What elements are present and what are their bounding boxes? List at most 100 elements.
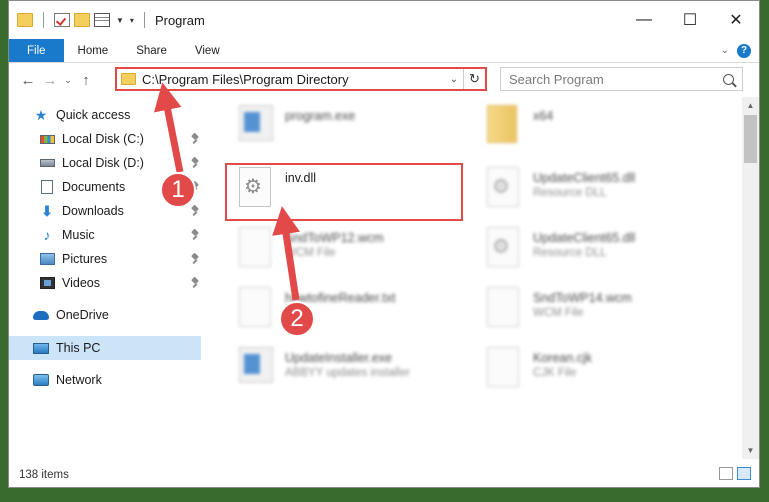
forward-arrow-icon[interactable]: →	[39, 72, 61, 89]
documents-icon	[41, 180, 53, 194]
file-name: program.exe	[285, 109, 356, 123]
sidebar-item-local-disk-d[interactable]: Local Disk (D:)	[9, 151, 201, 175]
pin-icon[interactable]	[191, 254, 199, 264]
music-icon: ♪	[43, 227, 51, 243]
chevron-down-icon[interactable]: ⌄	[445, 74, 463, 85]
help-icon[interactable]: ?	[737, 43, 751, 58]
dll-gear-icon	[487, 167, 519, 207]
view-details-icon[interactable]	[94, 13, 110, 27]
properties-check-icon[interactable]	[54, 13, 70, 27]
file-name: UpdateClient65.dll	[533, 231, 636, 245]
sidebar-item-quick-access[interactable]: ★ Quick access	[9, 103, 201, 127]
document-icon	[487, 347, 519, 387]
sidebar-item-videos[interactable]: Videos	[9, 271, 201, 295]
file-item[interactable]: howtofineReader.txt	[239, 287, 469, 341]
tab-view[interactable]: View	[181, 39, 234, 62]
sidebar-item-label: This PC	[56, 341, 101, 355]
tab-home[interactable]: Home	[64, 39, 123, 62]
scroll-down-icon[interactable]: ▼	[742, 442, 759, 459]
minimize-button[interactable]: —	[621, 1, 667, 39]
sidebar-item-onedrive[interactable]: OneDrive	[9, 303, 201, 327]
file-item[interactable]: UpdateClient65.dll Resource DLL	[487, 227, 717, 281]
sidebar-item-label: OneDrive	[56, 308, 109, 322]
sidebar-item-this-pc[interactable]: This PC	[9, 336, 201, 360]
recent-locations-chevron-icon[interactable]: ⌄	[61, 75, 75, 86]
file-item[interactable]: UpdateInstaller.exe ABBYY updates instal…	[239, 347, 469, 401]
onedrive-icon	[33, 310, 49, 320]
address-bar[interactable]: C:\Program Files\Program Directory ⌄ ↻	[115, 67, 487, 91]
sidebar-item-label: Pictures	[62, 252, 108, 266]
navigation-bar: ← → ⌄ ↑ C:\Program Files\Program Directo…	[9, 63, 759, 97]
disk-icon	[39, 159, 55, 167]
videos-icon	[39, 277, 55, 289]
sidebar-item-network[interactable]: Network	[9, 368, 201, 392]
folder-icon	[17, 13, 33, 27]
file-name: UpdateInstaller.exe	[285, 351, 393, 365]
details-view-icon[interactable]	[719, 467, 733, 480]
window-controls: — ☐ ✕	[621, 1, 759, 39]
chevron-down-icon[interactable]: ▼	[116, 16, 124, 25]
navigation-pane: ★ Quick access Local Disk (C:) Local Dis…	[9, 97, 209, 459]
item-count: 138 items	[19, 469, 69, 481]
pin-icon[interactable]	[191, 158, 199, 168]
new-folder-icon[interactable]	[74, 13, 90, 27]
file-type: WCM File	[533, 307, 584, 319]
file-name: SndToWP12.wcm	[285, 231, 384, 245]
vertical-scrollbar[interactable]: ▲ ▼	[742, 97, 759, 459]
sidebar-item-music[interactable]: ♪ Music	[9, 223, 201, 247]
tab-file[interactable]: File	[9, 39, 64, 62]
file-item[interactable]: program.exe	[239, 105, 469, 159]
back-arrow-icon[interactable]: ←	[17, 72, 39, 89]
folder-icon	[121, 73, 136, 85]
title-bar: ▼ ▾ Program — ☐ ✕	[9, 1, 759, 39]
exe-icon	[239, 105, 273, 141]
ribbon-tabs: File Home Share View ⌄ ?	[9, 39, 759, 63]
sidebar-item-label: Network	[56, 373, 102, 387]
file-item[interactable]: Korean.cjk CJK File	[487, 347, 717, 401]
document-icon	[487, 287, 519, 327]
file-item[interactable]: x64	[487, 105, 717, 159]
refresh-icon[interactable]: ↻	[463, 69, 485, 89]
search-icon[interactable]	[723, 73, 734, 85]
explorer-window: ▼ ▾ Program — ☐ ✕ File Home Share View ⌄…	[8, 0, 760, 488]
large-icons-view-icon[interactable]	[737, 467, 751, 480]
exe-icon	[239, 347, 273, 383]
scroll-up-icon[interactable]: ▲	[742, 97, 759, 114]
file-type: CJK File	[533, 367, 577, 379]
file-item[interactable]: UpdateClient65.dll Resource DLL	[487, 167, 717, 221]
scrollbar-thumb[interactable]	[744, 115, 757, 163]
file-item[interactable]: SndToWP12.wcm WCM File	[239, 227, 469, 281]
file-item[interactable]: SndToWP14.wcm WCM File	[487, 287, 717, 341]
sidebar-item-label: Music	[62, 228, 95, 242]
disk-icon	[39, 134, 55, 144]
document-icon	[239, 227, 271, 267]
search-placeholder: Search Program	[509, 71, 604, 87]
file-list: program.exe x64 inv.dll UpdateClient65.d…	[219, 97, 739, 459]
close-button[interactable]: ✕	[713, 1, 759, 39]
tab-share[interactable]: Share	[122, 39, 181, 62]
pin-icon[interactable]	[191, 134, 199, 144]
file-name: SndToWP14.wcm	[533, 291, 632, 305]
search-input[interactable]: Search Program	[500, 67, 743, 91]
file-name: Korean.cjk	[533, 351, 593, 365]
file-type: WCM File	[285, 247, 336, 259]
downloads-icon: ⬇	[41, 203, 53, 219]
pin-icon[interactable]	[191, 278, 199, 288]
star-icon: ★	[34, 107, 48, 123]
chevron-down-icon[interactable]: ⌄	[721, 45, 729, 56]
address-path[interactable]: C:\Program Files\Program Directory	[142, 72, 445, 87]
pin-icon[interactable]	[191, 206, 199, 216]
sidebar-item-pictures[interactable]: Pictures	[9, 247, 201, 271]
window-title: Program	[154, 12, 205, 28]
pin-icon[interactable]	[191, 230, 199, 240]
toolbar-divider	[143, 12, 145, 28]
file-name: UpdateClient65.dll	[533, 171, 636, 185]
dll-gear-icon	[239, 167, 271, 207]
sidebar-item-label: Local Disk (C:)	[62, 132, 144, 146]
up-arrow-icon[interactable]: ↑	[75, 72, 97, 89]
maximize-button[interactable]: ☐	[667, 1, 713, 39]
customize-toolbar-icon[interactable]: ▾	[130, 16, 134, 25]
file-item-inv-dll[interactable]: inv.dll	[239, 167, 469, 221]
sidebar-item-local-disk-c[interactable]: Local Disk (C:)	[9, 127, 201, 151]
callout-2: 2	[279, 301, 315, 337]
